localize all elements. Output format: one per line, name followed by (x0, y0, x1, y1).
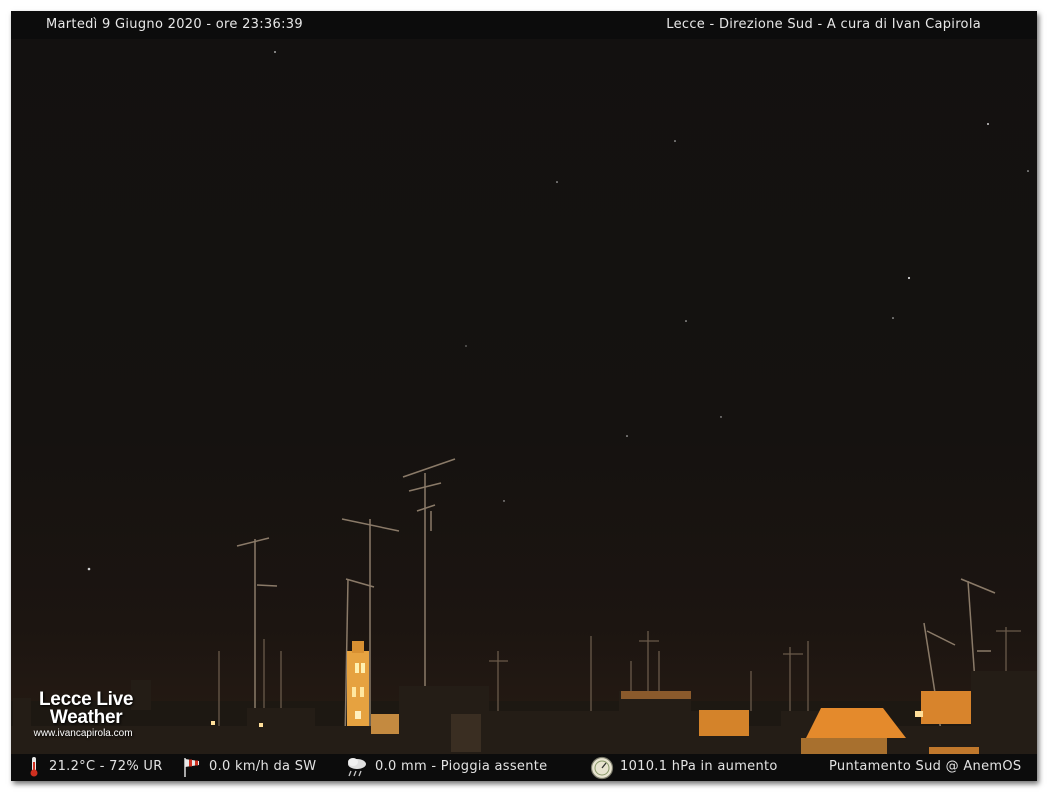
wind-value: 0.0 km/h da SW (209, 759, 317, 774)
logo-line2: Weather (49, 707, 123, 728)
logo-url: www.ivancapirola.com (33, 728, 133, 739)
pointing-label: Puntamento Sud @ AnemOS (829, 759, 1022, 774)
location-credit-label: Lecce - Direzione Sud - A cura di Ivan C… (666, 17, 981, 32)
barometer-icon (590, 756, 614, 781)
header-bar: Martedì 9 Giugno 2020 - ore 23:36:39 Lec… (11, 11, 1037, 39)
rain-value: 0.0 mm - Pioggia assente (375, 759, 548, 774)
windsock-icon (183, 756, 201, 781)
temperature-humidity-value: 21.2°C - 72% UR (49, 759, 163, 774)
rain-cloud-icon (345, 756, 369, 781)
thermometer-icon (29, 756, 39, 781)
stars (87, 51, 1029, 571)
site-logo: Lecce Live Weather www.ivancapirola.com (33, 690, 134, 740)
webcam-frame: Martedì 9 Giugno 2020 - ore 23:36:39 Lec… (11, 11, 1037, 781)
pressure-value: 1010.1 hPa in aumento (620, 759, 778, 774)
weather-status-bar: 21.2°C - 72% UR 0.0 km/h da SW 0.0 mm - … (11, 754, 1037, 781)
skyline-scene (11, 51, 1037, 761)
bell-tower (347, 641, 369, 733)
datetime-label: Martedì 9 Giugno 2020 - ore 23:36:39 (46, 17, 303, 32)
